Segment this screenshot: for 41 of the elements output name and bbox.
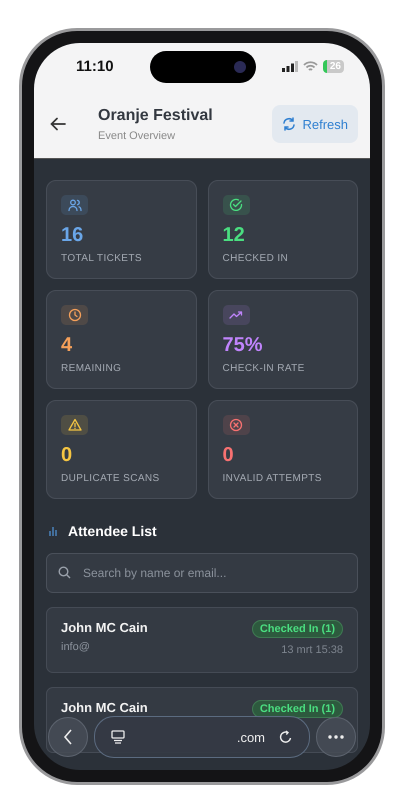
event-title: Oranje Festival — [98, 106, 214, 124]
signal-icon — [282, 61, 298, 72]
chevron-left-icon — [63, 729, 73, 745]
warning-icon — [68, 418, 82, 432]
section-title: Attendee List — [68, 523, 157, 539]
url-text: .com — [236, 730, 265, 744]
address-bar[interactable]: .com — [94, 716, 310, 758]
attendee-name: John MC Cain — [61, 700, 148, 715]
stat-value: 12 — [222, 224, 246, 247]
attendee-card[interactable]: John MC Cain info@ Checked In (1) 13 mrt 15:38 — [46, 607, 358, 673]
stat-label: INVALID ATTEMPTS — [222, 473, 323, 484]
people-icon — [68, 198, 82, 212]
wifi-icon — [302, 61, 318, 72]
event-subtitle: Event Overview — [98, 130, 176, 142]
status-badge: Checked In (1) — [252, 620, 343, 638]
stat-label: TOTAL TICKETS — [61, 253, 143, 264]
search-icon — [58, 566, 71, 579]
stat-value: 0 — [222, 444, 235, 467]
back-arrow-icon[interactable] — [50, 117, 66, 131]
status-badge: Checked In (1) — [252, 700, 343, 718]
attendee-name: John MC Cain — [61, 620, 148, 635]
tabs-icon — [111, 730, 125, 744]
check-circle-icon — [229, 198, 243, 212]
x-circle-icon — [229, 418, 243, 432]
refresh-icon — [282, 117, 296, 131]
stat-label: CHECK-IN RATE — [222, 363, 306, 374]
check-in-time: 13 mrt 15:38 — [281, 644, 343, 656]
search-field[interactable]: Search by name or email... — [46, 553, 358, 593]
bar-chart-icon — [49, 526, 58, 536]
attendee-email: info@ — [61, 641, 91, 653]
more-icon — [328, 735, 344, 739]
stat-value: 0 — [61, 444, 74, 467]
stat-label: REMAINING — [61, 363, 122, 374]
stat-value: 75% — [222, 334, 264, 357]
clock-icon — [68, 308, 82, 322]
reload-icon[interactable] — [279, 730, 293, 744]
stat-value: 4 — [61, 334, 74, 357]
status-time: 11:10 — [76, 58, 114, 75]
stat-label: CHECKED IN — [222, 253, 290, 264]
stat-label: DUPLICATE SCANS — [61, 473, 161, 484]
stat-value: 16 — [61, 224, 84, 247]
